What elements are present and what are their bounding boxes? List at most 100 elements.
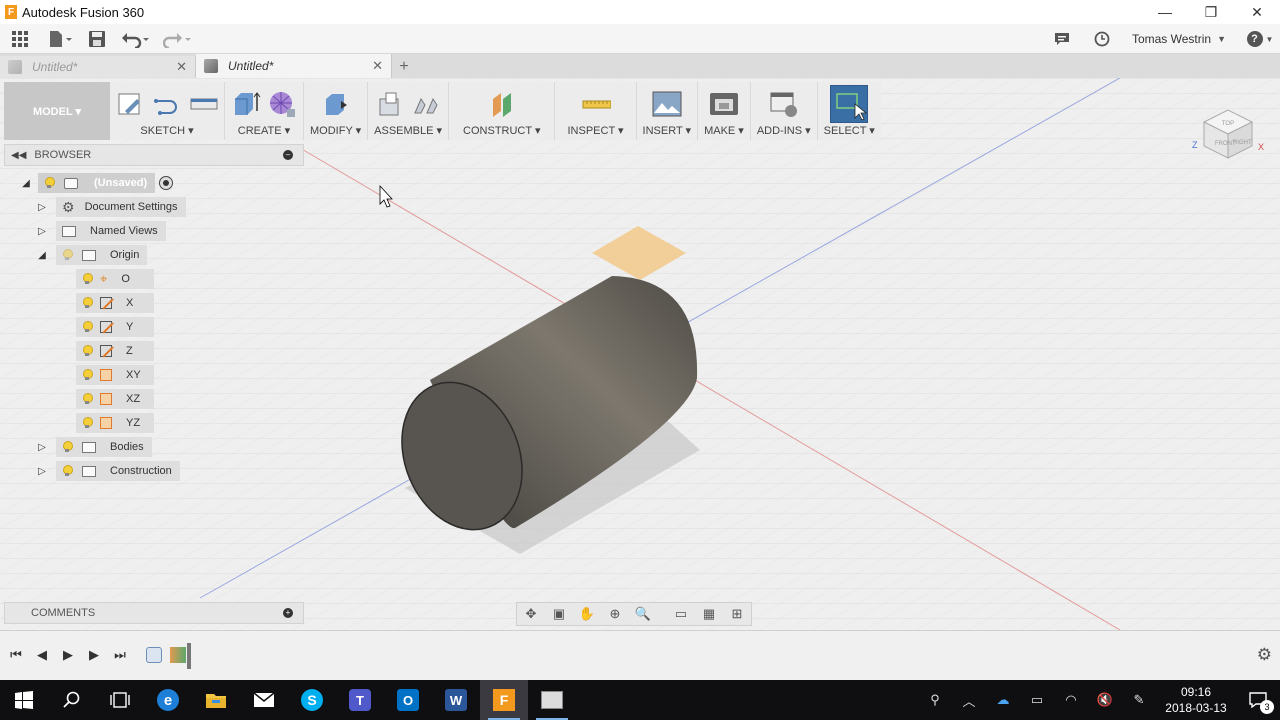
grid-settings-icon[interactable]: ▦ — [695, 603, 723, 625]
user-account-menu[interactable]: Tomas Westrin — [1132, 32, 1211, 46]
timeline-extrude-feature-icon[interactable] — [170, 647, 186, 663]
new-tab-plus-icon[interactable]: + — [392, 56, 416, 78]
make-group[interactable]: MAKE ▾ — [698, 82, 751, 140]
zoom-icon[interactable]: 🔍 — [629, 603, 657, 625]
maximize-button[interactable]: ❐ — [1188, 0, 1234, 24]
visibility-bulb-icon[interactable] — [62, 441, 73, 453]
word-icon[interactable]: W — [432, 680, 480, 720]
press-pull-icon[interactable] — [321, 89, 351, 119]
play-icon[interactable]: ▶ — [58, 645, 78, 665]
data-panel-grid-icon[interactable] — [0, 24, 40, 54]
new-component-icon[interactable] — [375, 89, 405, 119]
expand-triangle-icon[interactable]: ▷ — [36, 225, 48, 237]
zoom-window-icon[interactable]: ⊕ — [601, 603, 629, 625]
wifi-icon[interactable]: ◠ — [1054, 680, 1088, 720]
visibility-bulb-icon[interactable] — [82, 321, 93, 333]
visibility-bulb-icon[interactable] — [82, 393, 93, 405]
sketch-group[interactable]: SKETCH ▾ — [110, 82, 225, 140]
tab-untitled-1[interactable]: Untitled* ✕ — [0, 56, 196, 78]
form-icon[interactable] — [267, 89, 297, 119]
fusion-360-taskbar-icon[interactable]: F — [480, 680, 528, 720]
tab-untitled-2[interactable]: Untitled* ✕ — [196, 54, 392, 78]
edge-browser-icon[interactable]: e — [144, 680, 192, 720]
display-settings-icon[interactable]: ▭ — [667, 603, 695, 625]
browser-header[interactable]: ◀◀ BROWSER – — [4, 144, 304, 166]
undo-icon[interactable] — [114, 24, 158, 54]
3d-print-icon[interactable] — [709, 89, 739, 119]
tree-row-x-axis[interactable]: X — [76, 293, 154, 313]
stop-sketch-icon[interactable] — [188, 89, 218, 119]
onedrive-cloud-icon[interactable]: ☁ — [986, 680, 1020, 720]
named-views-node[interactable]: Named Views — [56, 221, 166, 241]
tree-row-document-settings[interactable]: ▷ ⚙ Document Settings — [36, 197, 186, 217]
visibility-bulb-icon[interactable] — [44, 177, 55, 189]
search-icon[interactable] — [48, 680, 96, 720]
user-menu-chevron-icon[interactable]: ▼ — [1217, 34, 1226, 44]
extrude-icon[interactable] — [231, 89, 261, 119]
joint-icon[interactable] — [411, 89, 441, 119]
expand-triangle-icon[interactable]: ◢ — [20, 177, 32, 189]
screen-recorder-icon[interactable] — [528, 680, 576, 720]
start-windows-icon[interactable] — [0, 680, 48, 720]
workspace-switcher[interactable]: MODEL ▾ — [4, 82, 110, 140]
visibility-bulb-icon[interactable] — [62, 249, 73, 261]
bodies-node[interactable]: Bodies — [56, 437, 152, 457]
volume-muted-icon[interactable]: 🔇 — [1088, 680, 1122, 720]
visibility-bulb-icon[interactable] — [62, 465, 73, 477]
root-node[interactable]: (Unsaved) — [38, 173, 156, 193]
comments-expand-icon[interactable]: + — [283, 608, 293, 618]
help-icon[interactable]: ? ▼ — [1240, 24, 1280, 54]
clock[interactable]: 09:16 2018-03-13 — [1156, 684, 1236, 716]
measure-icon[interactable] — [581, 89, 612, 119]
history-clock-icon[interactable] — [1082, 24, 1122, 54]
inspect-group[interactable]: INSPECT ▾ — [555, 82, 637, 140]
expand-triangle-icon[interactable]: ▷ — [36, 441, 48, 453]
z-axis-node[interactable]: Z — [76, 341, 154, 361]
modify-group[interactable]: MODIFY ▾ — [304, 82, 369, 140]
xz-plane-node[interactable]: XZ — [76, 389, 154, 409]
show-hidden-icons-chevron-icon[interactable]: ︿ — [952, 680, 986, 720]
comments-header[interactable]: COMMENTS + — [4, 602, 304, 624]
expand-triangle-icon[interactable]: ▷ — [36, 465, 48, 477]
tree-row-origin-point[interactable]: ⌖ O — [76, 269, 154, 289]
tree-row-origin[interactable]: ◢ Origin — [36, 245, 148, 265]
look-at-icon[interactable]: ▣ — [545, 603, 573, 625]
visibility-bulb-icon[interactable] — [82, 369, 93, 381]
expand-triangle-icon[interactable]: ◢ — [36, 249, 48, 261]
timeline-settings-gear-icon[interactable]: ⚙ — [1257, 645, 1272, 665]
tree-row-xz-plane[interactable]: XZ — [76, 389, 154, 409]
file-explorer-icon[interactable] — [192, 680, 240, 720]
people-icon[interactable]: ⚲ — [918, 680, 952, 720]
orbit-icon[interactable]: ✥ — [517, 603, 545, 625]
origin-point-node[interactable]: ⌖ O — [76, 269, 154, 289]
add-ins-group[interactable]: ADD-INS ▾ — [751, 82, 818, 140]
select-group[interactable]: SELECT ▾ — [818, 82, 881, 140]
visibility-bulb-icon[interactable] — [82, 417, 93, 429]
document-settings-node[interactable]: ⚙ Document Settings — [56, 197, 186, 217]
teams-icon[interactable]: T — [336, 680, 384, 720]
y-axis-node[interactable]: Y — [76, 317, 154, 337]
step-back-icon[interactable]: ◀ — [32, 645, 52, 665]
scripts-addins-icon[interactable] — [769, 89, 799, 119]
line-sketch-icon[interactable] — [152, 89, 182, 119]
minimize-button[interactable]: — — [1142, 0, 1188, 24]
tree-root-row[interactable]: ◢ (Unsaved) — [20, 173, 174, 193]
pen-ink-icon[interactable]: ✎ — [1122, 680, 1156, 720]
create-sketch-icon[interactable] — [116, 89, 146, 119]
timeline-marker[interactable] — [187, 643, 191, 669]
construct-group[interactable]: CONSTRUCT ▾ — [449, 82, 556, 140]
assemble-group[interactable]: ASSEMBLE ▾ — [368, 82, 450, 140]
tree-row-bodies[interactable]: ▷ Bodies — [36, 437, 152, 457]
yz-plane-node[interactable]: YZ — [76, 413, 154, 433]
redo-icon[interactable] — [158, 24, 198, 54]
tree-row-named-views[interactable]: ▷ Named Views — [36, 221, 166, 241]
insert-image-icon[interactable] — [652, 89, 682, 119]
view-cube[interactable]: TOP FRONT RIGHT Z X — [1188, 92, 1268, 162]
select-icon[interactable] — [830, 85, 869, 123]
visibility-bulb-icon[interactable] — [82, 297, 93, 309]
battery-icon[interactable]: ▭ — [1020, 680, 1054, 720]
offset-plane-icon[interactable] — [487, 89, 517, 119]
tree-row-y-axis[interactable]: Y — [76, 317, 154, 337]
expand-triangle-icon[interactable]: ▷ — [36, 201, 48, 213]
create-group[interactable]: CREATE ▾ — [225, 82, 304, 140]
